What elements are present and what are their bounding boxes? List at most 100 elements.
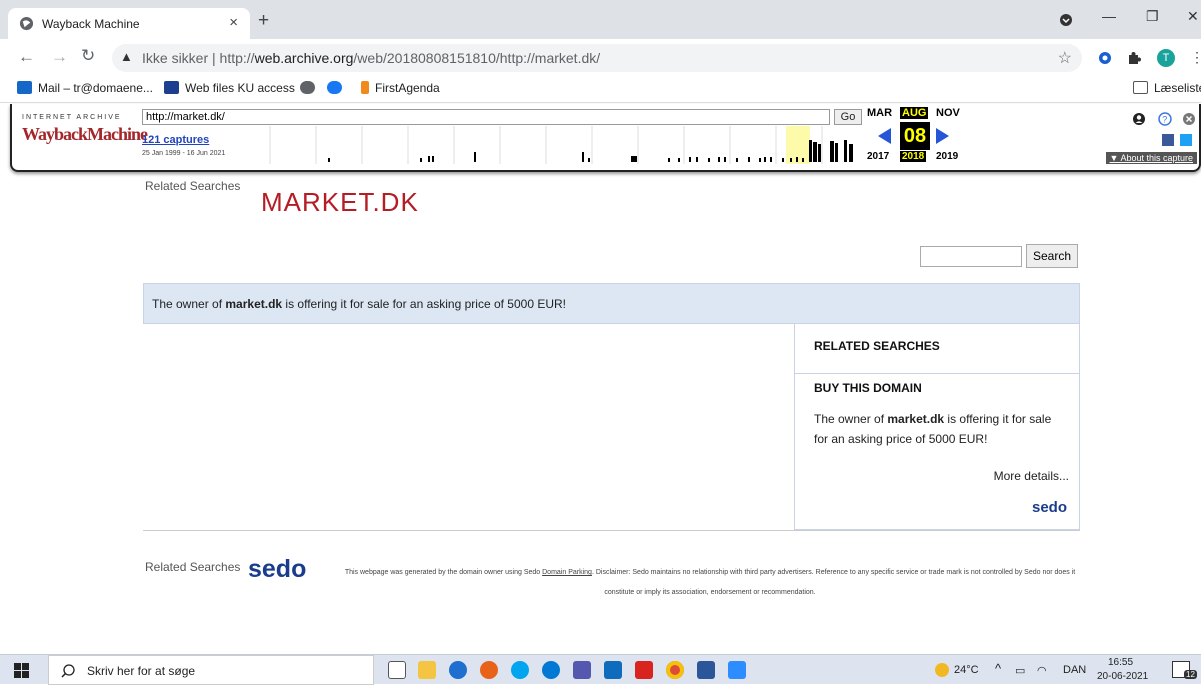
warning-icon: ▲ bbox=[120, 49, 133, 64]
month-current: AUG bbox=[900, 107, 929, 119]
footer-divider bbox=[143, 530, 1080, 531]
bookmark-facebook[interactable] bbox=[327, 81, 348, 95]
tab-title: Wayback Machine bbox=[42, 17, 140, 31]
related-searches-top: Related Searches bbox=[145, 179, 241, 193]
back-icon[interactable]: ← bbox=[18, 47, 35, 67]
buy-domain-text: The owner of market.dk is offering it fo… bbox=[814, 412, 1052, 446]
teams-icon[interactable] bbox=[573, 661, 591, 679]
twitter-share-icon[interactable] bbox=[1180, 134, 1192, 146]
edge-icon[interactable] bbox=[449, 661, 467, 679]
facebook-share-icon[interactable] bbox=[1162, 134, 1174, 146]
year-prev[interactable]: 2017 bbox=[867, 151, 889, 162]
taskbar-search-placeholder: Skriv her for at søge bbox=[87, 664, 196, 678]
prev-capture-arrow-icon[interactable] bbox=[878, 128, 891, 144]
address-bar[interactable]: ▲ Ikke sikker | http://web.archive.org/w… bbox=[112, 44, 1082, 72]
search-icon bbox=[61, 664, 75, 678]
facebook-icon bbox=[327, 81, 342, 94]
battery-icon[interactable]: ▭ bbox=[1015, 664, 1025, 677]
tab-close-icon[interactable]: × bbox=[229, 14, 238, 31]
profile-avatar[interactable]: T bbox=[1157, 49, 1175, 67]
tab-strip: Wayback Machine × + — ❐ ✕ bbox=[0, 0, 1201, 39]
ku-icon bbox=[164, 81, 179, 94]
task-view-icon[interactable] bbox=[388, 661, 406, 679]
wayback-toolbar: INTERNET ARCHIVE WaybackMachine http://m… bbox=[10, 104, 1201, 172]
weather-icon[interactable] bbox=[935, 663, 949, 677]
sidebar-panel: RELATED SEARCHES BUY THIS DOMAIN The own… bbox=[794, 324, 1080, 530]
sedo-logo-small[interactable]: sedo bbox=[1032, 499, 1067, 516]
sedo-logo[interactable]: sedo bbox=[248, 555, 306, 584]
disclaimer-text: This webpage was generated by the domain… bbox=[344, 569, 1076, 596]
forward-icon[interactable]: → bbox=[51, 47, 68, 67]
ia-logo-text: INTERNET ARCHIVE bbox=[22, 114, 122, 121]
address-url: Ikke sikker | http://web.archive.org/web… bbox=[142, 50, 601, 66]
buy-domain-heading: BUY THIS DOMAIN bbox=[814, 381, 922, 395]
menu-icon[interactable]: ⋮ bbox=[1190, 49, 1201, 66]
reading-list[interactable]: Læseliste bbox=[1133, 81, 1201, 95]
close-window-icon[interactable]: ✕ bbox=[1187, 8, 1199, 25]
bookmark-firstagenda[interactable]: FirstAgenda bbox=[361, 81, 440, 95]
bookmark-mail[interactable]: Mail – tr@domaene... bbox=[17, 81, 153, 95]
divider bbox=[795, 373, 1079, 374]
chrome-icon[interactable] bbox=[666, 661, 684, 679]
next-capture-arrow-icon[interactable] bbox=[936, 128, 949, 144]
close-toolbar-icon[interactable] bbox=[1182, 112, 1196, 126]
banner-domain: market.dk bbox=[225, 297, 283, 311]
minimize-icon[interactable]: — bbox=[1102, 8, 1116, 24]
month-next[interactable]: NOV bbox=[936, 107, 960, 119]
capture-sparkline[interactable] bbox=[244, 126, 856, 164]
notification-count: 12 bbox=[1184, 670, 1197, 679]
word-icon[interactable] bbox=[697, 661, 715, 679]
reading-list-icon bbox=[1133, 81, 1148, 94]
tab-search-icon[interactable] bbox=[1059, 13, 1073, 27]
search-input[interactable] bbox=[920, 246, 1022, 267]
tray-chevron-icon[interactable]: ^ bbox=[995, 661, 1001, 676]
captures-link[interactable]: 121 captures bbox=[142, 134, 209, 146]
search-button[interactable]: Search bbox=[1026, 244, 1078, 268]
capture-range: 25 Jan 1999 - 16 Jun 2021 bbox=[142, 150, 226, 157]
new-tab-button[interactable]: + bbox=[258, 10, 269, 32]
more-details-link[interactable]: More details... bbox=[994, 469, 1069, 483]
sale-banner: The owner of market.dk is offering it fo… bbox=[143, 283, 1080, 324]
bookmarks-bar: Mail – tr@domaene... Web files KU access… bbox=[0, 76, 1201, 103]
capture-day: 08 bbox=[900, 122, 930, 150]
related-searches-heading: RELATED SEARCHES bbox=[814, 339, 940, 353]
tab-wayback[interactable]: Wayback Machine × bbox=[8, 8, 250, 39]
bookmark-globe[interactable] bbox=[300, 81, 321, 95]
firefox-icon[interactable] bbox=[480, 661, 498, 679]
reload-icon[interactable]: ↻ bbox=[81, 46, 95, 66]
globe-icon bbox=[300, 81, 315, 94]
acrobat-icon[interactable] bbox=[635, 661, 653, 679]
outlook-icon bbox=[17, 81, 32, 94]
wifi-icon[interactable]: ◠ bbox=[1037, 664, 1047, 677]
wayback-logo[interactable]: WaybackMachine bbox=[22, 124, 148, 145]
language-indicator[interactable]: DAN bbox=[1063, 664, 1086, 676]
domain-parking-link[interactable]: Domain Parking bbox=[542, 569, 592, 576]
domain-title: MARKET.DK bbox=[261, 187, 419, 217]
star-icon[interactable]: ☆ bbox=[1058, 48, 1072, 68]
month-prev[interactable]: MAR bbox=[867, 107, 892, 119]
outlook-taskbar-icon[interactable] bbox=[604, 661, 622, 679]
skype-icon[interactable] bbox=[511, 661, 529, 679]
wayback-url-input[interactable]: http://market.dk/ bbox=[142, 109, 830, 125]
year-current: 2018 bbox=[900, 151, 927, 162]
restore-icon[interactable]: ❐ bbox=[1146, 8, 1159, 25]
weather-temp[interactable]: 24°C bbox=[954, 664, 979, 676]
globe-icon bbox=[19, 16, 34, 31]
extension-icon[interactable] bbox=[1098, 51, 1112, 65]
firstagenda-icon bbox=[361, 81, 369, 94]
skype-business-icon[interactable] bbox=[542, 661, 560, 679]
puzzle-icon[interactable] bbox=[1127, 51, 1141, 65]
help-icon[interactable]: ? bbox=[1158, 112, 1172, 126]
bookmark-webfiles[interactable]: Web files KU access bbox=[164, 81, 295, 95]
about-capture-link[interactable]: ▼ About this capture bbox=[1105, 152, 1197, 164]
clock-date[interactable]: 20-06-2021 bbox=[1097, 671, 1148, 682]
user-icon[interactable] bbox=[1132, 112, 1146, 126]
file-explorer-icon[interactable] bbox=[418, 661, 436, 679]
zoom-icon[interactable] bbox=[728, 661, 746, 679]
clock-time[interactable]: 16:55 bbox=[1108, 657, 1133, 668]
taskbar-search[interactable]: Skriv her for at søge bbox=[48, 655, 374, 685]
windows-start-icon[interactable] bbox=[14, 663, 29, 678]
go-button[interactable]: Go bbox=[834, 109, 862, 125]
related-searches-bottom: Related Searches bbox=[145, 560, 241, 574]
year-next[interactable]: 2019 bbox=[936, 151, 958, 162]
